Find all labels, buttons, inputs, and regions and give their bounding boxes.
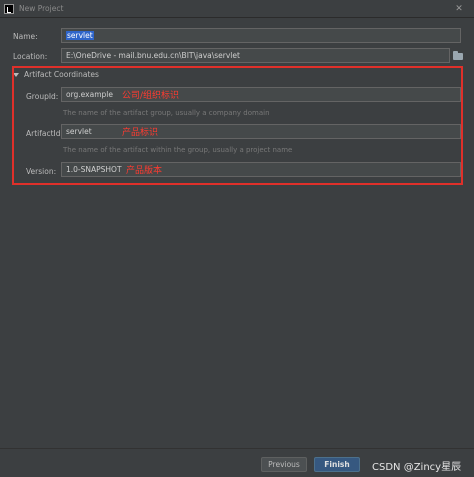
artifactid-hint: The name of the artifact within the grou… bbox=[63, 146, 293, 154]
artifact-coordinates-toggle[interactable]: Artifact Coordinates bbox=[13, 70, 99, 79]
artifact-coordinates-title: Artifact Coordinates bbox=[24, 70, 99, 79]
previous-button[interactable]: Previous bbox=[261, 457, 307, 472]
name-input[interactable]: servlet bbox=[61, 28, 461, 43]
location-input-value: E:\OneDrive - mail.bnu.edu.cn\BIT\java\s… bbox=[66, 51, 240, 60]
new-project-window: New Project ✕ Name: servlet Location: E:… bbox=[0, 0, 474, 477]
name-input-value: servlet bbox=[66, 31, 94, 40]
folder-icon[interactable] bbox=[452, 50, 464, 62]
groupid-hint: The name of the artifact group, usually … bbox=[63, 109, 270, 117]
name-label: Name: bbox=[13, 32, 38, 41]
artifactid-input[interactable]: servlet bbox=[61, 124, 461, 139]
intellij-app-icon bbox=[4, 4, 14, 14]
finish-button[interactable]: Finish bbox=[314, 457, 360, 472]
groupid-input[interactable]: org.example bbox=[61, 87, 461, 102]
groupid-input-value: org.example bbox=[66, 90, 113, 99]
version-label: Version: bbox=[26, 167, 57, 176]
expand-triangle-icon bbox=[13, 72, 19, 77]
groupid-label: GroupId: bbox=[26, 92, 59, 101]
version-input-value: 1.0-SNAPSHOT bbox=[66, 165, 122, 174]
window-controls: ✕ bbox=[444, 0, 474, 18]
location-input[interactable]: E:\OneDrive - mail.bnu.edu.cn\BIT\java\s… bbox=[61, 48, 450, 63]
window-title: New Project bbox=[19, 4, 64, 13]
title-bar: New Project ✕ bbox=[0, 0, 474, 18]
artifactid-annotation: 产品标识 bbox=[122, 128, 159, 138]
artifactid-label: ArtifactId: bbox=[26, 129, 64, 138]
version-annotation: 产品版本 bbox=[126, 166, 163, 176]
location-label: Location: bbox=[13, 52, 48, 61]
csdn-watermark: CSDN @Zincy星辰 bbox=[372, 462, 462, 473]
artifactid-input-value: servlet bbox=[66, 127, 92, 136]
groupid-annotation: 公司/组织标识 bbox=[122, 91, 180, 101]
version-input[interactable]: 1.0-SNAPSHOT bbox=[61, 162, 461, 177]
close-icon[interactable]: ✕ bbox=[444, 0, 474, 18]
